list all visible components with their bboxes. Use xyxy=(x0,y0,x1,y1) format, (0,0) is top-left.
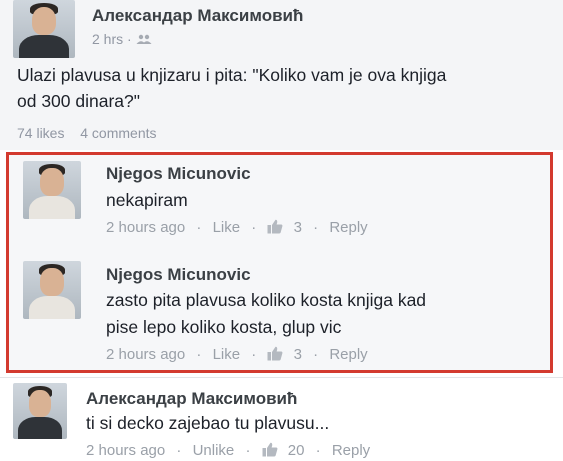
comment-text: zasto pita plavusa koliko kosta knjiga k… xyxy=(106,287,426,341)
separator-dot: · xyxy=(251,219,257,236)
comment-1: Njegos Micunovic nekapiram 2 hours ago ·… xyxy=(9,155,550,255)
like-link[interactable]: Like xyxy=(213,219,241,236)
highlighted-comments-box: Njegos Micunovic nekapiram 2 hours ago ·… xyxy=(6,152,553,373)
comment-text-line1: zasto pita plavusa koliko kosta knjiga k… xyxy=(106,290,427,310)
reply-link[interactable]: Reply xyxy=(329,219,367,236)
separator-dot: · xyxy=(196,346,202,363)
post-time[interactable]: 2 hrs xyxy=(92,31,123,47)
comments-count-link[interactable]: 4 comments xyxy=(80,125,156,141)
comment-author-name[interactable]: Njegos Micunovic xyxy=(106,265,251,285)
comment-meta: 2 hours ago · Unlike · 20 · Reply xyxy=(86,442,370,461)
separator-dot: · xyxy=(251,346,257,363)
comment-author-avatar[interactable] xyxy=(23,161,81,219)
like-link[interactable]: Like xyxy=(213,346,241,363)
post-stats: 74 likes 4 comments xyxy=(17,125,157,141)
comment-meta: 2 hours ago · Like · 3 · Reply xyxy=(106,346,368,365)
comment-time[interactable]: 2 hours ago xyxy=(106,219,185,236)
audience-friends-icon xyxy=(136,31,152,47)
post-text-line1: Ulazi plavusa u knjizaru i pita: "Koliko… xyxy=(17,65,447,85)
thumbs-up-icon xyxy=(267,219,283,238)
original-post: Александар Максимовић 2 hrs · Ulazi plav… xyxy=(0,0,563,150)
post-text-line2: od 300 dinara?" xyxy=(17,91,140,111)
comment-time[interactable]: 2 hours ago xyxy=(106,346,185,363)
separator-dot: · xyxy=(315,442,321,459)
like-count[interactable]: 3 xyxy=(294,346,302,363)
comment-text: ti si decko zajebao tu plavusu... xyxy=(86,413,330,433)
like-count[interactable]: 20 xyxy=(288,442,305,459)
comment-text: nekapiram xyxy=(106,190,188,210)
comment-author-name[interactable]: Александар Максимовић xyxy=(86,389,297,409)
post-author-avatar[interactable] xyxy=(13,0,75,58)
comment-time[interactable]: 2 hours ago xyxy=(86,442,165,459)
like-count[interactable]: 3 xyxy=(294,219,302,236)
separator-dot: · xyxy=(196,219,202,236)
comment-meta: 2 hours ago · Like · 3 · Reply xyxy=(106,219,368,238)
comment-author-avatar[interactable] xyxy=(23,261,81,319)
separator-dot: · xyxy=(127,31,132,47)
likes-count-link[interactable]: 74 likes xyxy=(17,125,64,141)
reply-link[interactable]: Reply xyxy=(332,442,370,459)
separator-dot: · xyxy=(313,346,319,363)
thumbs-up-icon xyxy=(262,442,278,461)
comment-3: Александар Максимовић ti si decko zajeba… xyxy=(0,378,563,459)
post-author-name[interactable]: Александар Максимовић xyxy=(92,6,303,26)
comment-text-line2: pise lepo koliko kosta, glup vic xyxy=(106,317,342,337)
comment-author-name[interactable]: Njegos Micunovic xyxy=(106,164,251,184)
post-text: Ulazi plavusa u knjizaru i pita: "Koliko… xyxy=(17,62,446,114)
comment-author-avatar[interactable] xyxy=(13,383,67,439)
thumbs-up-icon xyxy=(267,346,283,365)
separator-dot: · xyxy=(313,219,319,236)
comment-2: Njegos Micunovic zasto pita plavusa koli… xyxy=(9,255,550,373)
separator-dot: · xyxy=(245,442,251,459)
unlike-link[interactable]: Unlike xyxy=(193,442,235,459)
separator-dot: · xyxy=(176,442,182,459)
post-timestamp[interactable]: 2 hrs · xyxy=(92,31,152,47)
reply-link[interactable]: Reply xyxy=(329,346,367,363)
